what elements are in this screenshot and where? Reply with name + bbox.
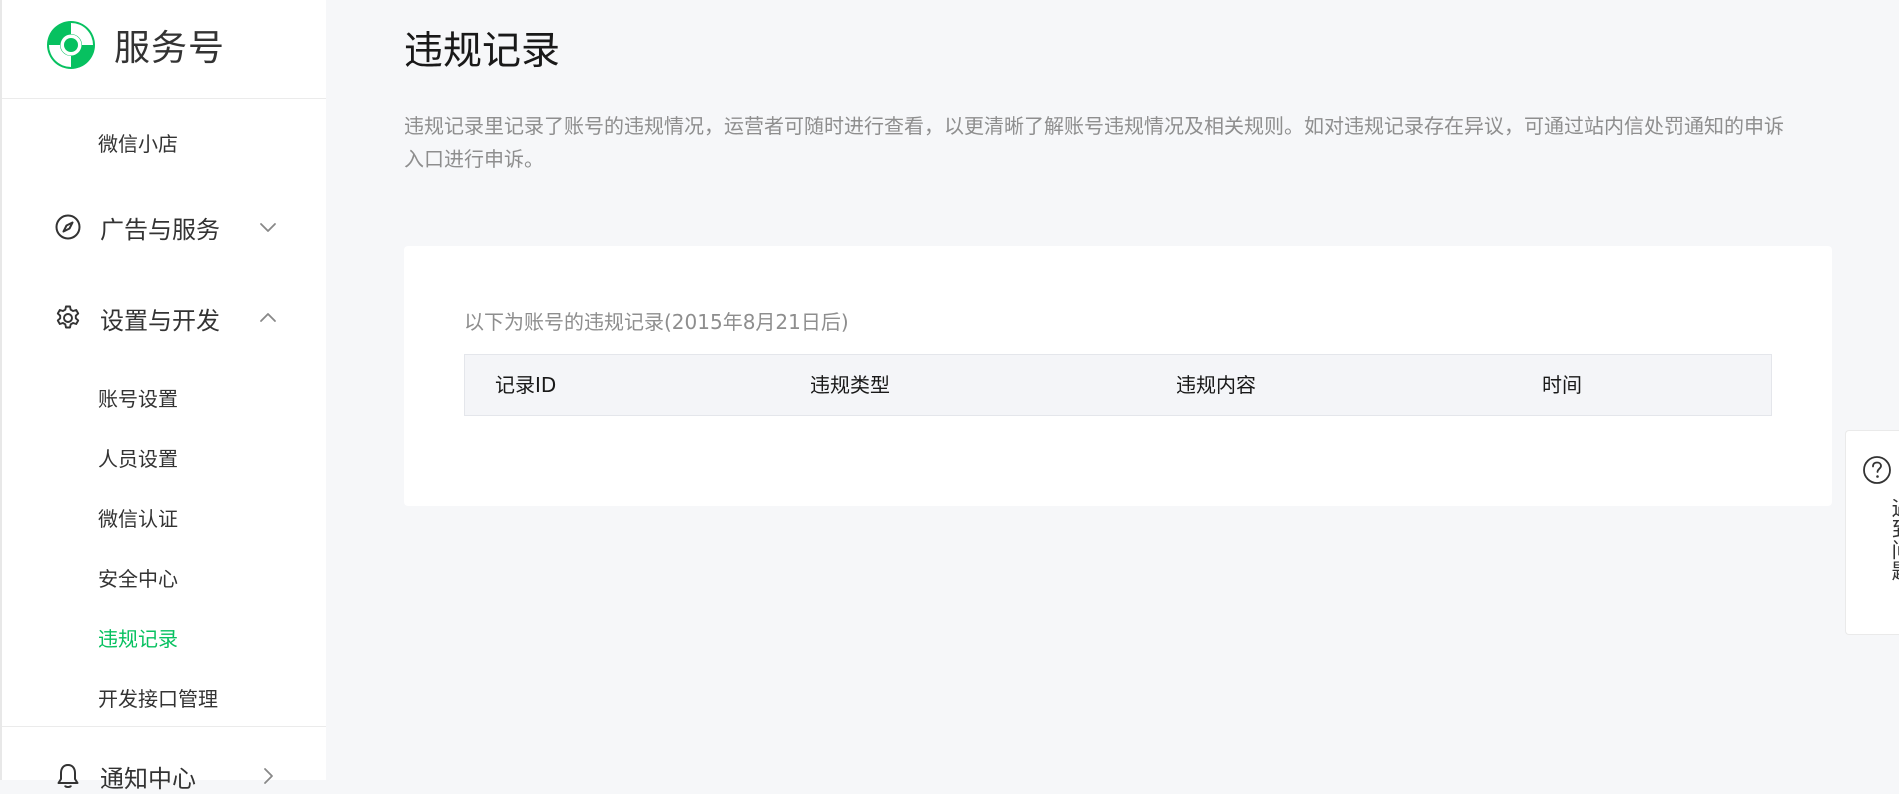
sidebar-item-wechat-store[interactable]: 微信小店 (98, 128, 178, 157)
wechat-service-logo-icon (47, 21, 95, 69)
page-title: 违规记录 (404, 29, 561, 74)
sidebar-group-label: 广告与服务 (100, 215, 220, 244)
sidebar-item-dev-interface[interactable]: 开发接口管理 (98, 683, 218, 712)
gear-icon (56, 305, 80, 329)
sidebar-item-security-center[interactable]: 安全中心 (98, 563, 178, 592)
column-header-violation-type: 违规类型 (810, 373, 890, 397)
sidebar-item-wechat-verification[interactable]: 微信认证 (98, 503, 178, 532)
page-description: 违规记录里记录了账号的违规情况，运营者可随时进行查看，以更清晰了解账号违规情况及… (404, 114, 1784, 171)
sidebar-item-account-settings[interactable]: 账号设置 (98, 383, 178, 412)
column-header-record-id: 记录ID (495, 373, 557, 397)
chevron-up-icon (260, 313, 276, 322)
sidebar-divider (2, 98, 326, 99)
column-header-violation-content: 违规内容 (1176, 373, 1256, 397)
brand-logo[interactable]: 服务号 (46, 19, 225, 71)
violation-records-card: 以下为账号的违规记录(2015年8月21日后) 记录ID 违规类型 违规内容 时… (404, 246, 1832, 506)
sidebar-group-label: 通知中心 (100, 764, 196, 793)
chevron-down-icon (260, 223, 276, 232)
bell-icon (57, 764, 79, 788)
column-header-time: 时间 (1542, 373, 1582, 397)
records-table-header: 记录ID 违规类型 违规内容 时间 (464, 354, 1772, 416)
sidebar-group-settings-dev[interactable]: 设置与开发 (54, 300, 284, 336)
help-label: 遇到问题 (1889, 497, 1899, 581)
sidebar-group-label: 设置与开发 (100, 306, 220, 335)
sidebar-group-ads-services[interactable]: 广告与服务 (54, 209, 284, 245)
sidebar: 服务号 微信小店 广告与服务 设置与开发 账号设置 人员设置 微信认证 安全中心… (0, 0, 326, 793)
sidebar-divider (2, 726, 326, 727)
compass-icon (55, 214, 81, 240)
chevron-right-icon (264, 768, 273, 784)
help-button[interactable]: 遇到问题 (1845, 430, 1899, 635)
question-circle-icon (1863, 456, 1891, 484)
sidebar-item-staff-settings[interactable]: 人员设置 (98, 443, 178, 472)
sidebar-item-violation-records[interactable]: 违规记录 (98, 623, 178, 652)
brand-name: 服务号 (114, 28, 226, 69)
records-caption: 以下为账号的违规记录(2015年8月21日后) (464, 310, 849, 334)
sidebar-group-notifications[interactable]: 通知中心 (54, 758, 284, 794)
